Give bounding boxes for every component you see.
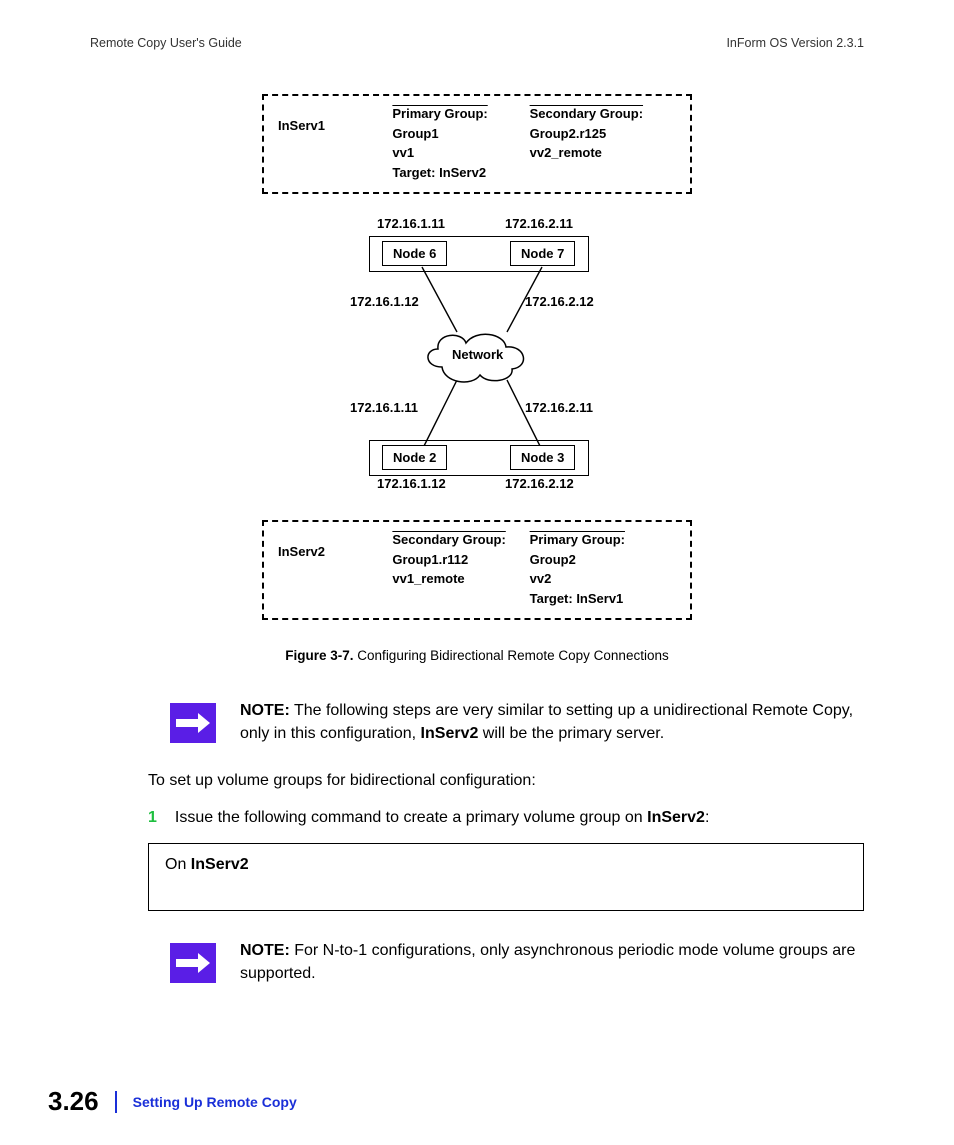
- node-6: Node 6: [382, 241, 447, 266]
- cmdbox-b1: InServ2: [191, 856, 249, 873]
- inserv2-primary-l2: vv2: [530, 569, 676, 589]
- inserv1-primary-l2: vv1: [392, 143, 529, 163]
- inserv2-primary-l1: Group2: [530, 550, 676, 570]
- network-diagram: 172.16.1.11 172.16.2.11 Node 6 Node 7 17…: [262, 212, 692, 502]
- inserv1-secondary-l1: Group2.r125: [530, 124, 676, 144]
- cmdbox-t1: On: [165, 856, 191, 873]
- node-2: Node 2: [382, 445, 447, 470]
- figure-caption: Figure 3-7. Configuring Bidirectional Re…: [90, 648, 864, 663]
- node-3: Node 3: [510, 445, 575, 470]
- ip-top-left-bot: 172.16.1.12: [350, 294, 419, 309]
- ip-bot-right-bot: 172.16.2.12: [505, 476, 574, 491]
- note-1: NOTE: The following steps are very simil…: [170, 699, 864, 745]
- ip-top-right-bot: 172.16.2.12: [525, 294, 594, 309]
- header-left: Remote Copy User's Guide: [90, 36, 242, 50]
- ip-bot-right-top: 172.16.2.11: [525, 400, 593, 415]
- step-1-t2: :: [705, 809, 709, 826]
- figure-diagram: InServ1 Primary Group: Group1 vv1 Target…: [262, 94, 692, 620]
- footer-divider: [115, 1091, 117, 1113]
- note-2: NOTE: For N-to-1 configurations, only as…: [170, 939, 864, 985]
- ip-top-right: 172.16.2.11: [505, 216, 573, 231]
- inserv1-box: InServ1 Primary Group: Group1 vv1 Target…: [262, 94, 692, 194]
- inserv1-label: InServ1: [278, 104, 392, 182]
- note2-bold: NOTE:: [240, 942, 290, 959]
- note1-bold: NOTE:: [240, 702, 290, 719]
- node-7: Node 7: [510, 241, 575, 266]
- step-1-number: 1: [148, 809, 157, 827]
- inserv1-secondary-title: Secondary Group:: [530, 104, 676, 124]
- ip-bot-left-bot: 172.16.1.12: [377, 476, 446, 491]
- step-1-t1: Issue the following command to create a …: [175, 809, 647, 826]
- inserv2-secondary-title: Secondary Group:: [392, 530, 529, 550]
- note-arrow-icon: [170, 703, 216, 743]
- figure-label: Figure 3-7.: [285, 648, 353, 663]
- note1-t2: will be the primary server.: [478, 725, 664, 742]
- body-text-1: To set up volume groups for bidirectiona…: [148, 769, 864, 792]
- header-right: InForm OS Version 2.3.1: [726, 36, 864, 50]
- step-1: 1 Issue the following command to create …: [148, 809, 864, 827]
- note-arrow-icon: [170, 943, 216, 983]
- figure-text: Configuring Bidirectional Remote Copy Co…: [357, 648, 668, 663]
- ip-top-left: 172.16.1.11: [377, 216, 445, 231]
- page-footer: 3.26 Setting Up Remote Copy: [48, 1086, 297, 1117]
- footer-section: Setting Up Remote Copy: [133, 1094, 297, 1110]
- inserv2-primary-l3: Target: InServ1: [530, 589, 676, 609]
- ip-bot-left-top: 172.16.1.11: [350, 400, 418, 415]
- network-label: Network: [452, 347, 503, 362]
- inserv2-secondary-l2: vv1_remote: [392, 569, 529, 589]
- inserv2-secondary-l1: Group1.r112: [392, 550, 529, 570]
- step-1-b1: InServ2: [647, 809, 705, 826]
- inserv1-primary-title: Primary Group:: [392, 104, 529, 124]
- note1-b1: InServ2: [421, 725, 479, 742]
- inserv1-primary-l1: Group1: [392, 124, 529, 144]
- note2-t1: For N-to-1 configurations, only asynchro…: [240, 942, 855, 982]
- inserv2-primary-title: Primary Group:: [530, 530, 676, 550]
- inserv1-secondary-l2: vv2_remote: [530, 143, 676, 163]
- page-number: 3.26: [48, 1086, 99, 1117]
- inserv1-primary-l3: Target: InServ2: [392, 163, 529, 183]
- command-box: On InServ2: [148, 843, 864, 911]
- inserv2-box: InServ2 Secondary Group: Group1.r112 vv1…: [262, 520, 692, 620]
- inserv2-label: InServ2: [278, 530, 392, 608]
